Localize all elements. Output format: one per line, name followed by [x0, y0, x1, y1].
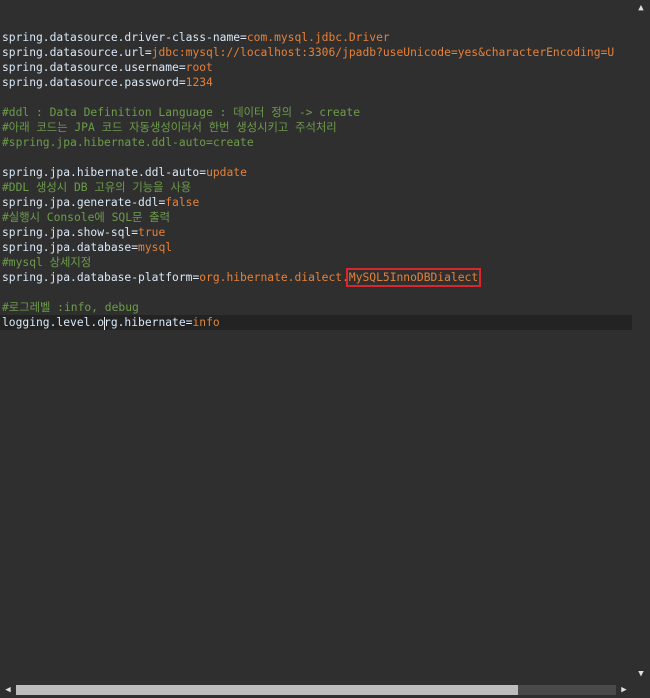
property-key-part-a: logging.level.o	[2, 316, 105, 329]
property-value: false	[165, 196, 200, 209]
property-value: jdbc:mysql://localhost:3306/jpadb?useUni…	[151, 46, 615, 59]
comment-text: #mysql 상세지정	[2, 256, 92, 269]
code-line-comment-jpa[interactable]: #아래 코드는 JPA 코드 자동생성이라서 한번 생성시키고 주석처리	[2, 120, 632, 135]
property-value: root	[185, 61, 213, 74]
code-lines: spring.datasource.driver-class-name=com.…	[0, 30, 632, 330]
vertical-scrollbar[interactable]: ▲ ▼	[632, 0, 650, 682]
property-key-part-b: rg.hibernate	[104, 316, 186, 329]
scrollbar-corner	[632, 682, 650, 698]
property-key: spring.jpa.database-platform	[2, 271, 193, 284]
code-line-username[interactable]: spring.datasource.username=root	[2, 60, 632, 75]
scroll-left-arrow-icon[interactable]: ◀	[0, 682, 16, 698]
code-line-comment-ddl-auto[interactable]: #spring.jpa.hibernate.ddl-auto=create	[2, 135, 632, 150]
code-line-comment-loglevel[interactable]: #로그레벨 :info, debug	[2, 300, 632, 315]
code-line-driver[interactable]: spring.datasource.driver-class-name=com.…	[2, 30, 632, 45]
code-line-blank[interactable]	[2, 90, 632, 105]
code-line-url[interactable]: spring.datasource.url=jdbc:mysql://local…	[2, 45, 632, 60]
scroll-up-arrow-icon[interactable]: ▲	[632, 0, 650, 16]
comment-text: #spring.jpa.hibernate.ddl-auto=create	[2, 136, 254, 149]
property-key: spring.datasource.password	[2, 76, 179, 89]
property-value: 1234	[185, 76, 213, 89]
comment-text: #로그레벨 :info, debug	[2, 301, 139, 314]
code-line-comment-console[interactable]: #실행시 Console에 SQL문 출력	[2, 210, 632, 225]
code-line-database[interactable]: spring.jpa.database=mysql	[2, 240, 632, 255]
code-line-blank[interactable]	[2, 150, 632, 165]
code-line-blank[interactable]	[2, 285, 632, 300]
equals-sign: =	[178, 76, 186, 89]
property-key: spring.jpa.show-sql	[2, 226, 132, 239]
comment-text: #실행시 Console에 SQL문 출력	[2, 211, 170, 224]
vertical-scroll-thumb[interactable]	[638, 16, 644, 666]
property-value: com.mysql.jdbc.Driver	[246, 31, 390, 44]
property-key: spring.jpa.generate-ddl	[2, 196, 159, 209]
property-key: spring.datasource.driver-class-name	[2, 31, 241, 44]
highlighted-dialect: MySQL5InnoDBDialect	[345, 268, 482, 287]
horizontal-scrollbar[interactable]: ◀ ▶	[0, 682, 632, 698]
property-value: update	[206, 166, 247, 179]
code-line-database-platform[interactable]: spring.jpa.database-platform=org.hiberna…	[2, 268, 632, 287]
comment-text: #ddl : Data Definition Language : 데이터 정의…	[2, 106, 361, 119]
property-key: spring.jpa.hibernate.ddl-auto	[2, 166, 200, 179]
code-line-comment-mysql[interactable]: #mysql 상세지정	[2, 255, 632, 270]
comment-text: #아래 코드는 JPA 코드 자동생성이라서 한번 생성시키고 주석처리	[2, 121, 337, 134]
code-editor[interactable]: spring.datasource.driver-class-name=com.…	[0, 0, 632, 682]
equals-sign: =	[178, 61, 186, 74]
code-line-password[interactable]: spring.datasource.password=1234	[2, 75, 632, 90]
equals-sign: =	[240, 31, 247, 44]
property-value: org.hibernate.dialect.	[199, 271, 349, 284]
scroll-down-arrow-icon[interactable]: ▼	[632, 666, 650, 682]
property-value: mysql	[138, 241, 173, 254]
code-line-logging-level[interactable]: logging.level.org.hibernate=info	[0, 315, 632, 330]
code-line-ddl-auto[interactable]: spring.jpa.hibernate.ddl-auto=update	[2, 165, 632, 180]
comment-text: #DDL 생성시 DB 고유의 기능을 사용	[2, 181, 192, 194]
property-key: spring.datasource.username	[2, 61, 179, 74]
scroll-right-arrow-icon[interactable]: ▶	[616, 682, 632, 698]
property-value: info	[192, 316, 220, 329]
code-line-generate-ddl[interactable]: spring.jpa.generate-ddl=false	[2, 195, 632, 210]
property-key: spring.datasource.url	[2, 46, 145, 59]
equals-sign: =	[144, 46, 152, 59]
horizontal-scroll-thumb[interactable]	[16, 685, 518, 695]
property-key: spring.jpa.database	[2, 241, 132, 254]
code-line-show-sql[interactable]: spring.jpa.show-sql=true	[2, 225, 632, 240]
code-line-comment-ddl[interactable]: #ddl : Data Definition Language : 데이터 정의…	[2, 105, 632, 120]
code-line-comment-ddl-create[interactable]: #DDL 생성시 DB 고유의 기능을 사용	[2, 180, 632, 195]
property-value: true	[138, 226, 166, 239]
